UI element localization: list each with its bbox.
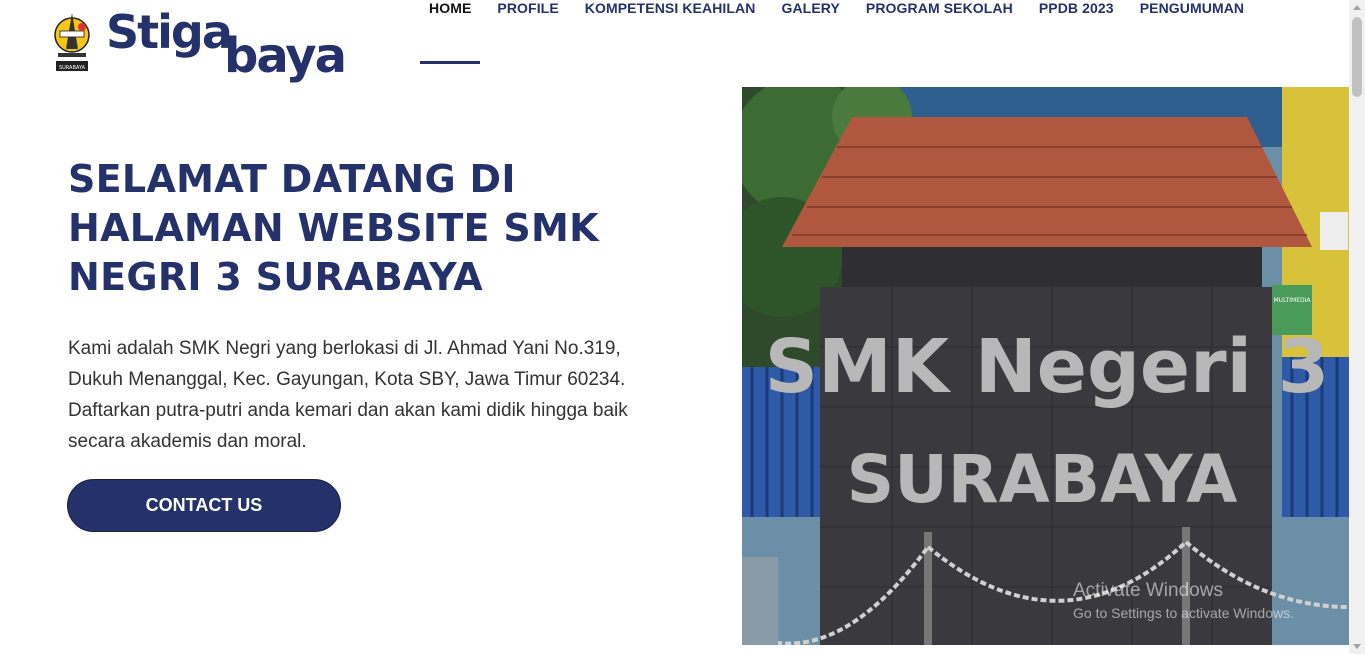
hero-title: SELAMAT DATANG DI HALAMAN WEBSITE SMK NE… (68, 157, 599, 299)
nav-pengumuman[interactable]: PENGUMUMAN (1127, 0, 1257, 86)
nav-galery[interactable]: GALERY (768, 0, 852, 86)
scroll-thumb[interactable] (1352, 17, 1362, 97)
nav-home[interactable]: HOME (416, 0, 484, 86)
nav-kompetensi-keahilan[interactable]: KOMPETENSI KEAHILAN (572, 0, 769, 86)
svg-text:SURABAYA: SURABAYA (59, 65, 86, 71)
windows-activation-watermark: Activate Windows Go to Settings to activ… (1073, 580, 1294, 624)
nav-program-sekolah[interactable]: PROGRAM SEKOLAH (853, 0, 1026, 86)
sign-text-line2: SURABAYA (847, 441, 1238, 518)
logo-word-baya: baya (224, 28, 347, 84)
contact-us-button[interactable]: CONTACT US (67, 479, 341, 532)
scroll-up-icon[interactable] (1353, 5, 1361, 10)
watermark-line2: Go to Settings to activate Windows. (1073, 605, 1294, 621)
scroll-down-icon[interactable] (1353, 644, 1361, 649)
sign-text-line1: SMK Negeri 3 (765, 324, 1329, 410)
page-scrollbar[interactable] (1349, 0, 1365, 654)
hero-description: Kami adalah SMK Negri yang berlokasi di … (68, 338, 628, 452)
logo-word-stiga: Stiga (106, 5, 233, 59)
site-logo-wordmark[interactable]: Stiga baya (106, 4, 356, 84)
multimedia-banner-text: MULTIMEDIA (1274, 297, 1312, 304)
watermark-line1: Activate Windows (1073, 580, 1223, 601)
nav-ppdb-2023[interactable]: PPDB 2023 (1026, 0, 1127, 86)
school-emblem-logo[interactable]: SURABAYA (52, 9, 96, 79)
school-gate-photo: MULTIMEDIA SMK Negeri 3 SURABAYA (742, 87, 1349, 645)
nav-profile[interactable]: PROFILE (484, 0, 571, 86)
main-nav: HOME PROFILE KOMPETENSI KEAHILAN GALERY … (416, 0, 1257, 86)
site-header: SURABAYA Stiga baya HOME PROFILE KOMPETE… (0, 0, 1349, 86)
